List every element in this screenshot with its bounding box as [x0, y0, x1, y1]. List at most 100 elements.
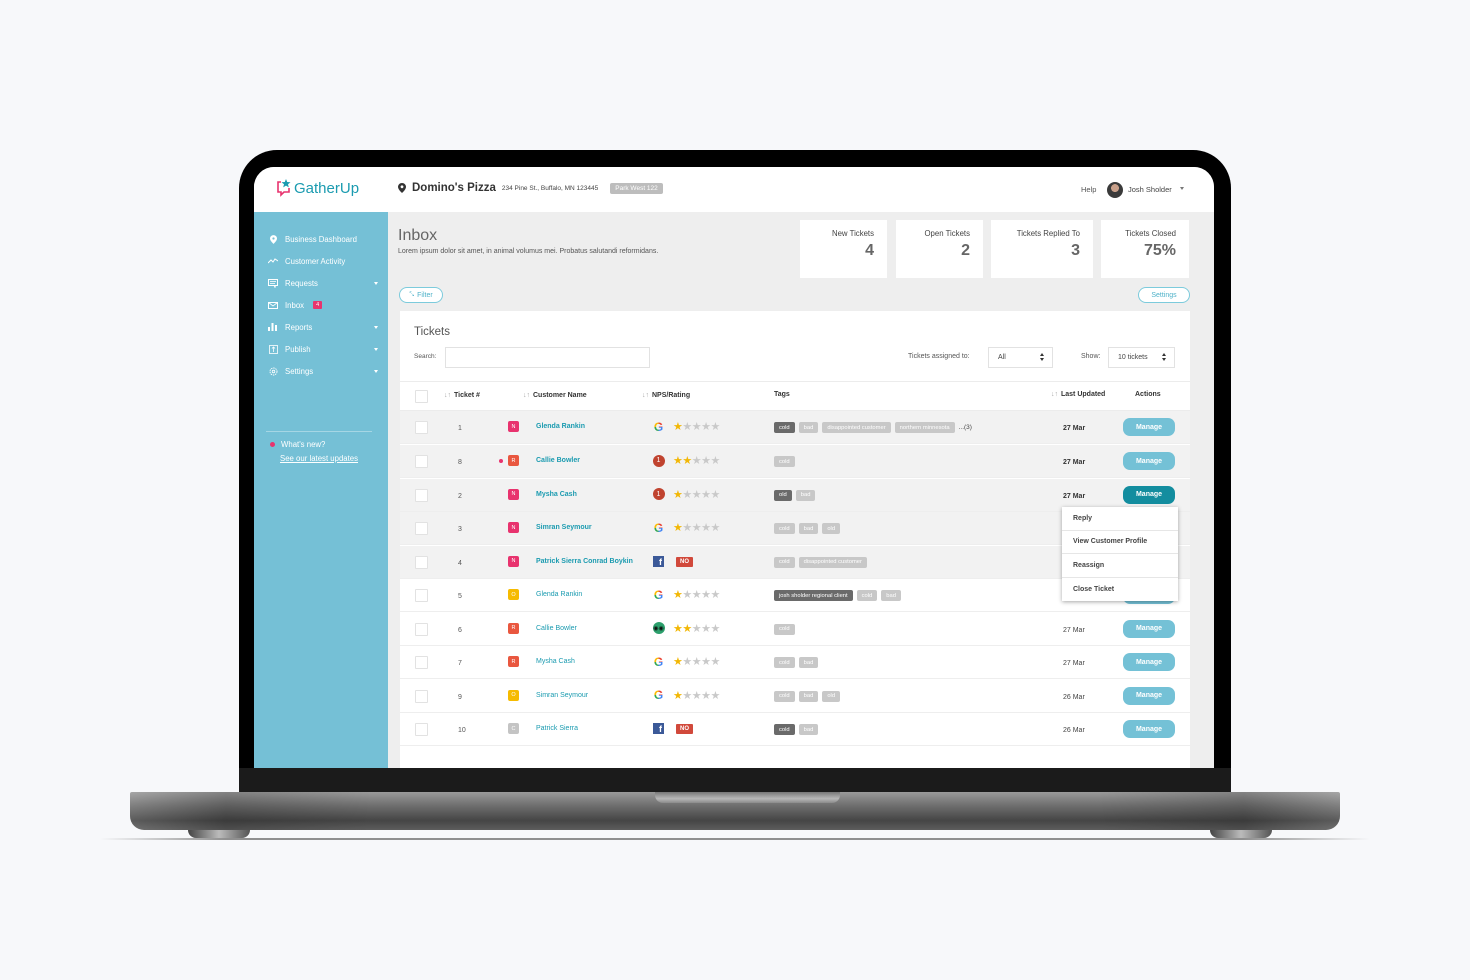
select-all-checkbox[interactable]: [415, 390, 428, 403]
user-menu-caret-icon[interactable]: [1180, 187, 1184, 190]
customer-name-link[interactable]: Callie Bowler: [536, 625, 577, 632]
user-name[interactable]: Josh Sholder: [1128, 185, 1172, 194]
tag[interactable]: northern minnesota: [894, 422, 955, 433]
location-selector[interactable]: Domino's Pizza 234 Pine St., Buffalo, MN…: [398, 182, 663, 194]
chevron-down-icon[interactable]: [374, 348, 378, 351]
star-icon: ★: [691, 455, 702, 467]
manage-button[interactable]: Manage: [1123, 720, 1175, 738]
row-checkbox[interactable]: [415, 421, 428, 434]
nps-score-icon: 1: [652, 454, 665, 467]
tag[interactable]: josh sholder regional client: [774, 590, 853, 601]
tag[interactable]: disappointed customer: [798, 556, 867, 568]
tag[interactable]: disappointed customer: [822, 422, 891, 433]
sidebar-item-requests[interactable]: Requests: [268, 276, 378, 290]
user-avatar[interactable]: [1107, 182, 1123, 198]
customer-name-link[interactable]: Glenda Rankin: [536, 423, 585, 430]
table-row[interactable]: 6 R Callie Bowler ◉◉ ★★★★★ cold 27 Mar Manage: [400, 613, 1190, 646]
gatherup-logo[interactable]: GatherUp: [276, 179, 359, 197]
sidebar-item-settings[interactable]: Settings: [268, 364, 378, 378]
table-row[interactable]: 8 R Callie Bowler 1 ★★★★★ cold 27 Mar Manage: [400, 445, 1190, 478]
laptop-mockup: GatherUp Domino's Pizza 234 Pine St., Bu…: [0, 0, 1470, 980]
row-checkbox[interactable]: [415, 555, 428, 569]
manage-button[interactable]: Manage: [1123, 452, 1175, 470]
assigned-select[interactable]: All: [988, 347, 1053, 368]
tag[interactable]: bad: [798, 523, 819, 534]
tag[interactable]: old: [822, 523, 841, 534]
row-checkbox[interactable]: [415, 488, 428, 502]
stat-label: Open Tickets: [924, 229, 970, 238]
manage-button[interactable]: Manage: [1123, 653, 1175, 671]
chevron-down-icon[interactable]: [374, 370, 378, 373]
sidebar-item-reports[interactable]: Reports: [268, 320, 378, 334]
tag[interactable]: cold: [774, 724, 795, 735]
menu-item-reassign[interactable]: Reassign: [1062, 554, 1178, 578]
status-badge: O: [508, 589, 519, 600]
col-last-updated[interactable]: ↓↑ Last Updated: [1051, 391, 1105, 398]
chevron-down-icon[interactable]: [374, 282, 378, 285]
tag[interactable]: bad: [798, 657, 819, 668]
menu-item-view-profile[interactable]: View Customer Profile: [1062, 531, 1178, 554]
row-checkbox[interactable]: [415, 689, 428, 703]
tag[interactable]: bad: [798, 690, 819, 702]
customer-name-link[interactable]: Mysha Cash: [536, 491, 577, 498]
row-checkbox[interactable]: [415, 723, 428, 736]
tag[interactable]: cold: [774, 523, 795, 534]
col-ticket[interactable]: ↓↑ Ticket #: [444, 392, 480, 399]
row-checkbox[interactable]: [415, 622, 428, 636]
tag[interactable]: bad: [795, 489, 816, 501]
sidebar-item-customer-activity[interactable]: Customer Activity: [268, 254, 378, 268]
table-row[interactable]: 10 C Patrick Sierra f NO cold bad 26 Mar Manage: [400, 713, 1190, 746]
latest-updates-link[interactable]: See our latest updates: [280, 454, 358, 463]
menu-item-reply[interactable]: Reply: [1062, 507, 1178, 531]
table-row[interactable]: 7 R Mysha Cash G ★★★★★ cold bad 27 Mar Manage: [400, 646, 1190, 679]
ticket-number: 8: [458, 459, 462, 466]
laptop-foot-left: [188, 830, 250, 838]
customer-name-link[interactable]: Simran Seymour: [536, 692, 588, 699]
review-source: 1: [652, 454, 665, 467]
customer-name-link[interactable]: Simran Seymour: [536, 524, 592, 531]
tag[interactable]: bad: [798, 422, 819, 433]
customer-name-link[interactable]: Callie Bowler: [536, 457, 580, 464]
col-customer[interactable]: ↓↑ Customer Name: [523, 392, 587, 399]
tag[interactable]: old: [774, 489, 792, 501]
table-row[interactable]: 9 O Simran Seymour G ★★★★★ cold bad old 26 Mar Ma…: [400, 680, 1190, 713]
tag[interactable]: cold: [856, 590, 878, 601]
sidebar-item-inbox[interactable]: Inbox 4: [268, 298, 378, 312]
manage-button[interactable]: Manage: [1123, 686, 1175, 705]
tag[interactable]: cold: [774, 556, 795, 568]
tag[interactable]: old: [822, 690, 841, 702]
col-rating[interactable]: ↓↑ NPS/Rating: [642, 392, 690, 399]
customer-name-link[interactable]: Patrick Sierra Conrad Boykin: [536, 558, 633, 565]
tag[interactable]: cold: [774, 422, 795, 433]
tag[interactable]: cold: [774, 690, 795, 702]
sidebar-item-publish[interactable]: Publish: [268, 342, 378, 356]
tag[interactable]: bad: [881, 590, 901, 601]
last-updated: 27 Mar: [1063, 459, 1086, 466]
sidebar-item-business-dashboard[interactable]: Business Dashboard: [268, 232, 378, 246]
search-input[interactable]: [445, 347, 650, 368]
show-select[interactable]: 10 tickets: [1108, 347, 1175, 368]
location-name: Domino's Pizza: [412, 182, 496, 194]
tag[interactable]: cold: [774, 657, 795, 668]
tag[interactable]: cold: [774, 456, 795, 467]
more-tags[interactable]: ...(3): [959, 424, 972, 431]
settings-button[interactable]: Settings: [1138, 287, 1190, 303]
row-checkbox[interactable]: [415, 522, 428, 535]
menu-item-close-ticket[interactable]: Close Ticket: [1062, 578, 1178, 602]
manage-button[interactable]: Manage: [1123, 619, 1175, 638]
star-icon: ★: [673, 622, 683, 635]
customer-name-link[interactable]: Glenda Rankin: [536, 591, 582, 598]
tag[interactable]: cold: [774, 623, 795, 635]
tag[interactable]: bad: [798, 724, 819, 735]
customer-name-link[interactable]: Mysha Cash: [536, 658, 575, 665]
row-checkbox[interactable]: [415, 589, 428, 602]
row-checkbox[interactable]: [415, 455, 428, 468]
manage-button[interactable]: Manage: [1123, 418, 1175, 436]
help-link[interactable]: Help: [1081, 185, 1096, 194]
filter-button[interactable]: ⤡ Filter: [399, 287, 443, 303]
chevron-down-icon[interactable]: [374, 326, 378, 329]
customer-name-link[interactable]: Patrick Sierra: [536, 725, 578, 732]
table-row[interactable]: 1 N Glenda Rankin G ★★★★★ cold bad disappointed…: [400, 411, 1190, 444]
row-checkbox[interactable]: [415, 656, 428, 669]
manage-button[interactable]: Manage: [1123, 485, 1175, 504]
